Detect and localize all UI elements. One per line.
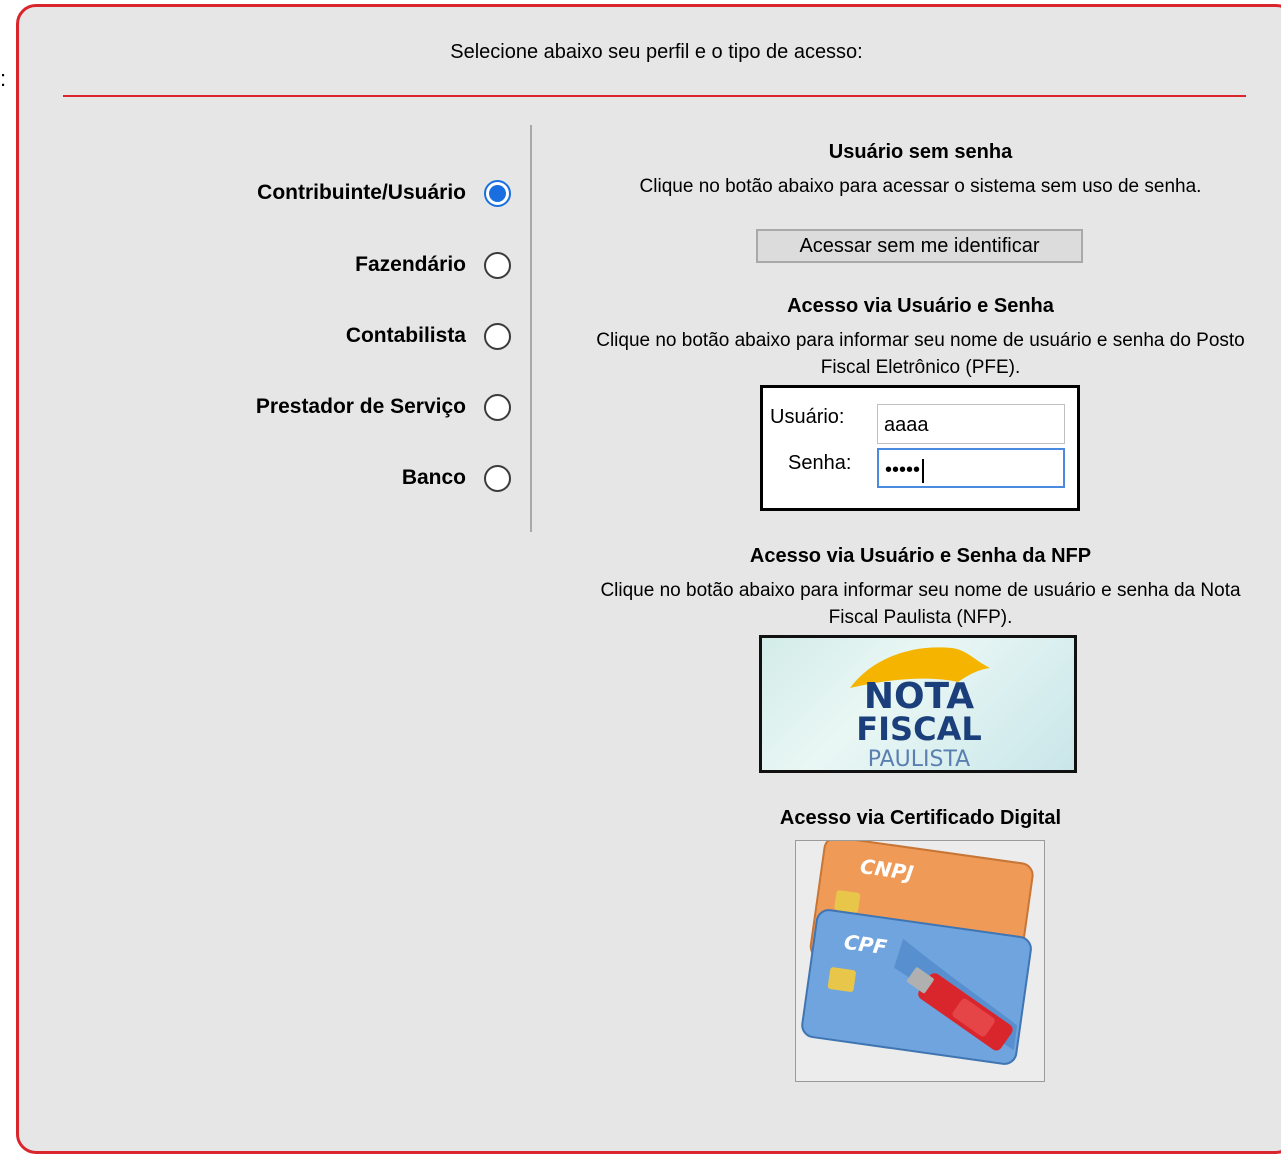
- profile-option-banco[interactable]: Banco: [402, 458, 511, 498]
- anon-access-description: Clique no botão abaixo para acessar o si…: [639, 176, 1202, 197]
- access-panel: Selecione abaixo seu perfil e o tipo de …: [16, 4, 1281, 1154]
- password-label: Senha:: [788, 452, 852, 474]
- profile-radio[interactable]: [484, 179, 511, 207]
- digital-certificate-button[interactable]: CNPJ CPF: [795, 836, 1045, 1082]
- radio-selected-dot: [489, 184, 506, 202]
- username-label: Usuário:: [770, 406, 845, 428]
- password-input[interactable]: •••••: [877, 448, 1065, 488]
- profile-option-contribuinte[interactable]: Contribuinte/Usuário: [257, 173, 511, 213]
- vertical-divider: [530, 125, 532, 532]
- access-without-id-button[interactable]: Acessar sem me identificar: [756, 229, 1083, 263]
- profile-option-prestador[interactable]: Prestador de Serviço: [256, 387, 511, 427]
- nfp-logo-text-line3: PAULISTA: [868, 747, 971, 770]
- cert-access-title: Acesso via Certificado Digital: [779, 807, 1062, 829]
- nfp-logo-icon: NOTA FISCAL PAULISTA: [850, 647, 990, 770]
- profile-label: Fazendário: [355, 253, 466, 276]
- profile-label: Contabilista: [345, 324, 466, 347]
- nfp-logo-text-line2: FISCAL: [856, 710, 981, 748]
- username-value: aaaa: [884, 414, 929, 436]
- header-divider: [63, 95, 1246, 97]
- nota-fiscal-paulista-button[interactable]: NOTA FISCAL PAULISTA: [759, 635, 1077, 773]
- pfe-login-box: Usuário: aaaa Senha: •••••: [760, 385, 1080, 511]
- profile-label: Banco: [401, 466, 466, 489]
- profile-label: Prestador de Serviço: [255, 395, 466, 418]
- profile-option-contabilista[interactable]: Contabilista: [346, 316, 511, 356]
- pfe-access-title: Acesso via Usuário e Senha: [787, 295, 1054, 317]
- password-value: •••••: [885, 459, 921, 481]
- anon-access-title: Usuário sem senha: [828, 141, 1013, 163]
- profile-option-fazendario[interactable]: Fazendário: [355, 245, 511, 285]
- nfp-access-title: Acesso via Usuário e Senha da NFP: [749, 545, 1092, 567]
- nfp-access-description: Clique no botão abaixo para informar seu…: [600, 580, 1241, 628]
- profile-radio[interactable]: [484, 464, 511, 492]
- profile-label: Contribuinte/Usuário: [257, 181, 466, 204]
- profile-radio[interactable]: [484, 393, 511, 421]
- pfe-access-description: Clique no botão abaixo para informar seu…: [596, 330, 1245, 378]
- instruction-text: Selecione abaixo seu perfil e o tipo de …: [450, 41, 863, 63]
- username-input[interactable]: aaaa: [877, 404, 1065, 444]
- stray-colon-text: :: [0, 66, 7, 91]
- profile-radio[interactable]: [484, 251, 511, 279]
- profile-radio[interactable]: [484, 322, 511, 350]
- text-caret: [922, 458, 925, 483]
- certificate-cards-icon: CNPJ CPF: [801, 836, 1034, 1065]
